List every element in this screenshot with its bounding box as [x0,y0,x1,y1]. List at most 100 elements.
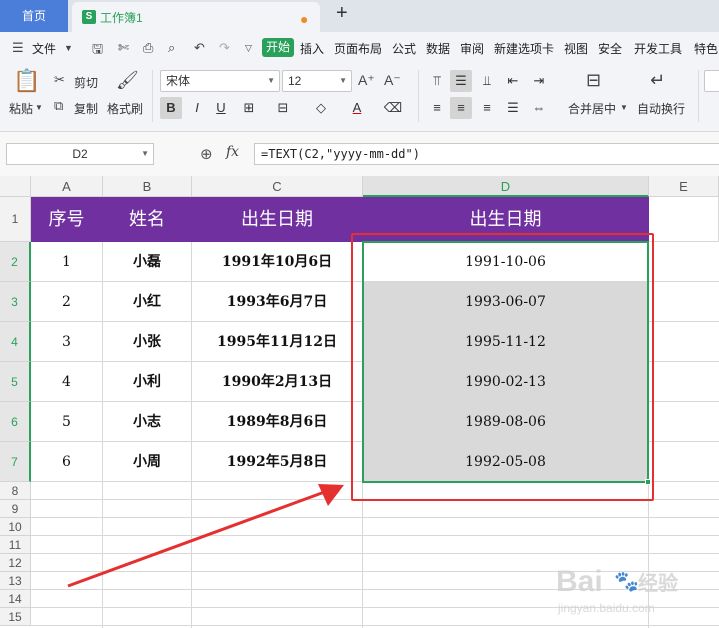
underline-button[interactable]: U [210,97,232,119]
header-cell-seq[interactable]: 序号 [31,197,103,242]
cell-e1[interactable] [649,197,719,242]
cell-name[interactable]: 小张 [103,322,192,362]
undo-icon[interactable]: ↶ [194,40,205,56]
row-header[interactable]: 15 [0,608,31,626]
menu-developer[interactable]: 开发工具 [634,40,682,57]
cell-name[interactable]: 小利 [103,362,192,402]
chevron-down-icon[interactable]: ▼ [35,103,43,112]
menu-page-layout[interactable]: 页面布局 [334,40,382,57]
indent-increase-icon[interactable]: ⇥ [528,70,550,92]
cut-icon[interactable]: ✄ [118,40,129,56]
bold-button[interactable]: B [160,97,182,119]
decrease-font-icon[interactable]: A⁻ [384,72,401,89]
wrap-text-icon[interactable]: ↵ [650,70,665,91]
row-header[interactable]: 12 [0,554,31,572]
format-painter-button[interactable]: 格式刷 [107,100,143,117]
cell-seq[interactable]: 5 [31,402,103,442]
column-header-a[interactable]: A [31,176,103,197]
chevron-down-icon[interactable]: ▼ [620,103,628,112]
scissors-icon[interactable]: ✂ [54,72,65,88]
print-icon[interactable]: ⎙ [143,40,153,56]
column-header-c[interactable]: C [192,176,363,197]
header-cell-name[interactable]: 姓名 [103,197,192,242]
row-header[interactable]: 2 [0,242,31,282]
row-header[interactable]: 9 [0,500,31,518]
paste-button[interactable]: 粘贴 [9,100,33,117]
menu-data[interactable]: 数据 [426,40,450,57]
menu-start[interactable]: 开始 [262,38,294,57]
cell-birthdate[interactable]: 1991年10月6日 [192,242,363,282]
fill-color-icon[interactable]: ◇ [310,97,332,119]
borders-icon[interactable]: ⊞ [238,97,260,119]
menu-file[interactable]: 文件 [32,40,56,57]
align-left-icon[interactable]: ≡ [426,97,448,119]
menu-special[interactable]: 特色 [694,40,718,57]
cell-seq[interactable]: 4 [31,362,103,402]
row-header[interactable]: 5 [0,362,31,402]
cell-birthdate[interactable]: 1993年6月7日 [192,282,363,322]
copy-icon[interactable]: ⧉ [54,98,63,114]
row-header[interactable]: 3 [0,282,31,322]
column-header-d[interactable]: D [363,176,649,197]
name-box[interactable]: D2 ▼ [6,143,154,165]
menu-view[interactable]: 视图 [564,40,588,57]
distribute-icon[interactable]: ⇔ [528,97,550,119]
cell-seq[interactable]: 2 [31,282,103,322]
merge-center-icon[interactable]: ⊟ [586,70,601,91]
copy-button[interactable]: 复制 [74,100,98,117]
paste-icon[interactable]: 📋 [13,68,40,94]
row-header[interactable]: 4 [0,322,31,362]
row-header[interactable]: 1 [0,197,31,242]
spreadsheet-grid[interactable]: A B C D E 1 2 3 4 5 6 7 8 9 10 11 12 13 … [0,176,719,628]
format-painter-icon[interactable]: 🖌 [116,70,139,91]
cell-birthdate[interactable]: 1990年2月13日 [192,362,363,402]
save-icon[interactable]: 🖫 [92,40,103,62]
align-right-icon[interactable]: ≡ [476,97,498,119]
print-preview-icon[interactable]: ⌕ [168,40,175,56]
menu-insert[interactable]: 插入 [300,40,324,57]
cell-name[interactable]: 小磊 [103,242,192,282]
font-name-select[interactable]: 宋体 ▼ [160,70,280,92]
zoom-search-icon[interactable]: ⊕ [200,145,213,163]
row-header[interactable]: 13 [0,572,31,590]
row-header[interactable]: 8 [0,482,31,500]
font-color-icon[interactable]: A [346,97,368,119]
cell-name[interactable]: 小红 [103,282,192,322]
row-header[interactable]: 14 [0,590,31,608]
cell-birthdate[interactable]: 1989年8月6日 [192,402,363,442]
italic-button[interactable]: I [186,97,208,119]
font-size-select[interactable]: 12 ▼ [282,70,352,92]
menu-review[interactable]: 审阅 [460,40,484,57]
menu-security[interactable]: 安全 [598,40,622,57]
cell-name[interactable]: 小志 [103,402,192,442]
clear-format-icon[interactable]: ⌫ [382,97,404,119]
plus-icon[interactable]: + [336,2,348,25]
customize-dropdown-icon[interactable]: ▽ [245,43,252,54]
menu-formulas[interactable]: 公式 [392,40,416,57]
chevron-down-icon[interactable]: ▼ [141,144,149,164]
align-bottom-icon[interactable]: ⫫ [476,70,498,92]
merge-center-button[interactable]: 合并居中 [568,100,616,117]
select-all-corner[interactable] [0,176,31,197]
align-top-icon[interactable]: ⫪ [426,70,448,92]
row-header[interactable]: 10 [0,518,31,536]
formula-input[interactable]: =TEXT(C2,"yyyy-mm-dd") [254,143,719,165]
increase-font-icon[interactable]: A⁺ [358,72,375,89]
hamburger-icon[interactable]: ☰ [12,40,24,56]
row-header[interactable]: 11 [0,536,31,554]
number-format-select[interactable] [704,70,719,92]
cell-seq[interactable]: 3 [31,322,103,362]
cut-button[interactable]: 剪切 [74,74,98,91]
wrap-text-button[interactable]: 自动换行 [637,100,685,117]
cell-birthdate[interactable]: 1995年11月12日 [192,322,363,362]
row-header[interactable]: 6 [0,402,31,442]
fx-icon[interactable]: fx [226,144,239,160]
tab-workbook[interactable]: S 工作簿1 ● [72,2,320,32]
tab-home[interactable]: 首页 [0,0,68,32]
header-cell-birthdate[interactable]: 出生日期 [192,197,363,242]
align-middle-icon[interactable]: ☰ [450,70,472,92]
column-header-e[interactable]: E [649,176,719,197]
menu-new-tab[interactable]: 新建选项卡 [494,40,554,57]
row-header[interactable]: 7 [0,442,31,482]
column-header-b[interactable]: B [103,176,192,197]
